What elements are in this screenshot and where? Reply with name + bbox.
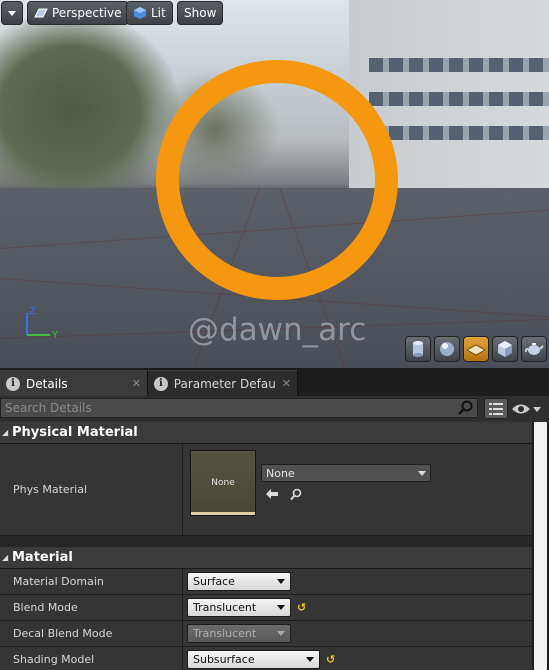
reset-to-default-icon[interactable]: ↺ bbox=[297, 601, 306, 614]
combo-value: Subsurface bbox=[193, 653, 255, 666]
combo-value: Translucent bbox=[193, 601, 257, 614]
property-label: Material Domain bbox=[0, 569, 183, 594]
decal-blend-mode-combo: Translucent bbox=[187, 624, 291, 643]
viewport-options-button[interactable] bbox=[1, 1, 23, 25]
axis-gizmo: Z Y bbox=[26, 306, 59, 341]
property-label: Blend Mode bbox=[0, 595, 183, 620]
perspective-button[interactable]: Perspective bbox=[27, 1, 129, 25]
browse-search-icon[interactable] bbox=[289, 488, 303, 501]
perspective-icon bbox=[34, 8, 48, 18]
info-icon: i bbox=[6, 376, 20, 391]
perspective-label: Perspective bbox=[52, 6, 122, 20]
thumbnail-label: None bbox=[211, 478, 235, 488]
sphere-icon[interactable] bbox=[434, 336, 460, 362]
shading-model-combo[interactable]: Subsurface bbox=[187, 650, 320, 669]
close-icon[interactable]: ✕ bbox=[132, 377, 141, 390]
tab-parameter-defaults-label: Parameter Defaults bbox=[173, 376, 276, 391]
eye-icon bbox=[512, 404, 530, 414]
reset-to-default-icon[interactable]: ↺ bbox=[326, 653, 335, 666]
lit-cube-icon bbox=[134, 7, 146, 19]
property-row-decal-blend-mode: Decal Blend Mode Translucent bbox=[0, 621, 532, 647]
list-grid-icon bbox=[489, 402, 503, 415]
chevron-down-icon bbox=[277, 605, 285, 610]
level-viewport[interactable]: Perspective Lit Show @dawn_arc Z Y bbox=[0, 0, 549, 368]
category-physical-material[interactable]: ◢ Physical Material bbox=[0, 422, 532, 444]
chevron-down-icon bbox=[277, 631, 285, 636]
chevron-down-icon bbox=[306, 657, 314, 662]
category-title: Material bbox=[12, 550, 73, 565]
property-row-shading-model: Shading Model Subsurface ↺ bbox=[0, 647, 532, 670]
scrollbar-thumb[interactable] bbox=[534, 422, 547, 670]
search-input[interactable] bbox=[0, 398, 478, 418]
tab-details-label: Details bbox=[26, 376, 68, 391]
lit-label: Lit bbox=[151, 6, 166, 20]
blend-mode-combo[interactable]: Translucent bbox=[187, 598, 291, 617]
view-options-button[interactable] bbox=[511, 400, 545, 418]
asset-picker-combo[interactable]: None bbox=[261, 464, 431, 482]
tab-details[interactable]: i Details ✕ bbox=[0, 370, 148, 396]
cylinder-icon[interactable] bbox=[405, 336, 431, 362]
plane-icon[interactable] bbox=[463, 336, 489, 362]
chevron-down-icon bbox=[8, 10, 16, 16]
property-label: Shading Model bbox=[0, 647, 183, 670]
combo-value: Surface bbox=[193, 575, 235, 588]
use-selected-arrow-icon[interactable] bbox=[265, 488, 279, 500]
axis-y-label: Y bbox=[51, 330, 59, 341]
details-search-bar bbox=[0, 396, 549, 422]
panel-tab-bar: i Details ✕ i Parameter Defaults ✕ bbox=[0, 368, 549, 396]
teapot-icon[interactable] bbox=[521, 336, 547, 362]
category-title: Physical Material bbox=[12, 425, 138, 440]
property-row-phys-material: Phys Material None None bbox=[0, 444, 532, 536]
tab-parameter-defaults[interactable]: i Parameter Defaults ✕ bbox=[148, 370, 298, 396]
property-matrix-button[interactable] bbox=[484, 398, 508, 419]
show-label: Show bbox=[184, 6, 217, 20]
property-label: Phys Material bbox=[0, 444, 183, 535]
collapse-arrow-icon: ◢ bbox=[2, 428, 9, 437]
preview-mesh-toolbar bbox=[405, 336, 547, 362]
preview-torus bbox=[156, 60, 398, 300]
asset-picker-value: None bbox=[266, 466, 295, 480]
search-icon[interactable] bbox=[457, 400, 475, 416]
view-mode-button[interactable]: Lit bbox=[126, 1, 173, 25]
info-icon: i bbox=[154, 376, 168, 391]
watermark-text: @dawn_arc bbox=[188, 312, 367, 348]
close-icon[interactable]: ✕ bbox=[282, 377, 291, 390]
show-button[interactable]: Show bbox=[177, 1, 224, 25]
category-material[interactable]: ◢ Material bbox=[0, 547, 532, 569]
combo-value: Translucent bbox=[193, 627, 257, 640]
property-row-material-domain: Material Domain Surface bbox=[0, 569, 532, 595]
chevron-down-icon bbox=[277, 579, 285, 584]
details-panel: ◢ Physical Material Phys Material None N… bbox=[0, 422, 532, 670]
asset-thumbnail[interactable]: None bbox=[190, 450, 256, 516]
details-scrollbar[interactable] bbox=[532, 422, 549, 670]
property-label: Decal Blend Mode bbox=[0, 621, 183, 646]
chevron-down-icon bbox=[533, 406, 541, 412]
collapse-arrow-icon: ◢ bbox=[2, 553, 9, 562]
axis-z-label: Z bbox=[29, 306, 36, 317]
property-row-blend-mode: Blend Mode Translucent ↺ bbox=[0, 595, 532, 621]
material-domain-combo[interactable]: Surface bbox=[187, 572, 291, 591]
cube-icon[interactable] bbox=[492, 336, 518, 362]
chevron-down-icon bbox=[418, 470, 426, 476]
